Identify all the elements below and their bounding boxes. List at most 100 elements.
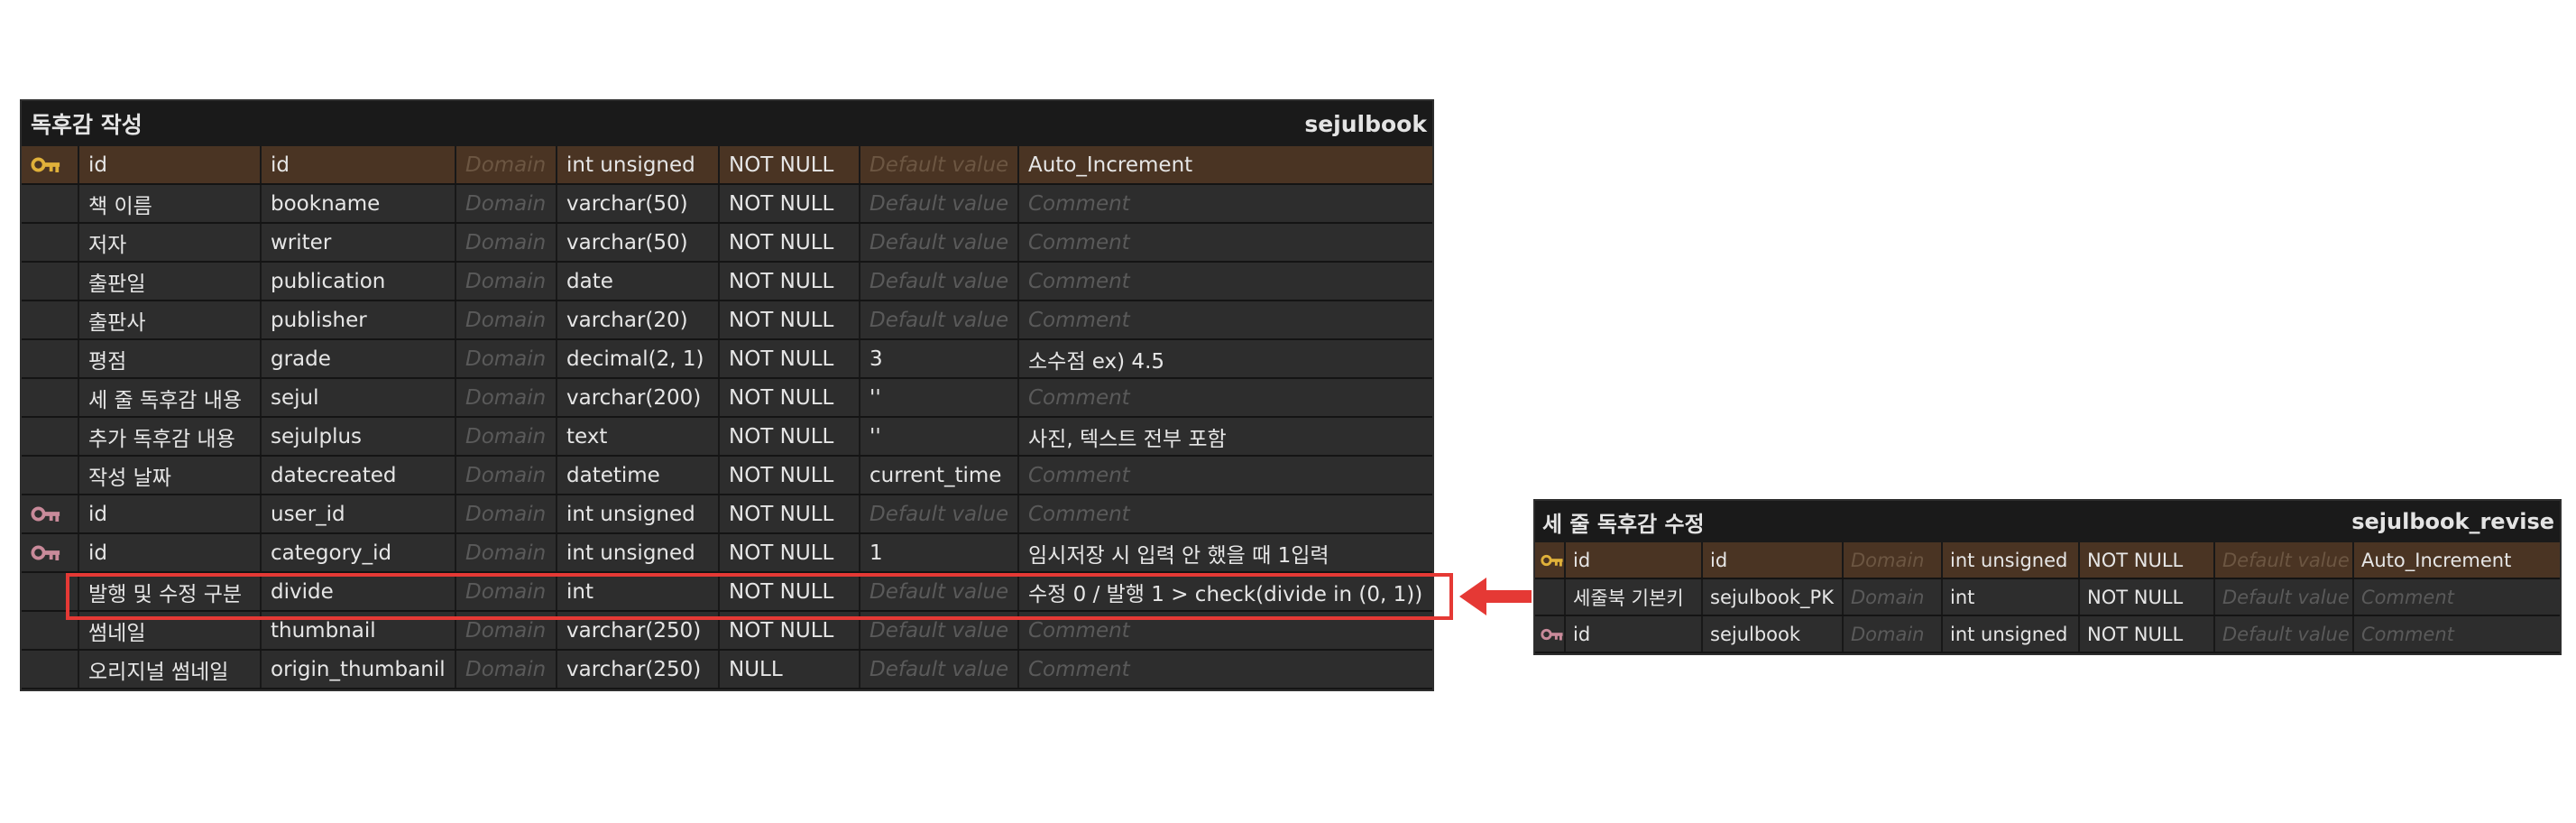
primary-key-icon xyxy=(31,157,60,172)
cell-null: NOT NULL xyxy=(720,301,860,338)
table-row[interactable]: 평점 grade Domain decimal(2, 1) NOT NULL 3 소수점 e… xyxy=(22,340,1432,379)
cell-logical: id xyxy=(1566,542,1703,578)
cell-domain: Domain xyxy=(456,457,557,494)
cell-default: Default value xyxy=(860,263,1019,300)
key-cell xyxy=(22,495,79,532)
cell-physical: writer xyxy=(262,224,456,261)
cell-physical: sejulplus xyxy=(262,418,456,455)
cell-domain: Domain xyxy=(456,495,557,532)
table-row[interactable]: 세 줄 독후감 내용 sejul Domain varchar(200) NOT NUL… xyxy=(22,379,1432,418)
cell-default: Default value xyxy=(860,146,1019,183)
cell-default: '' xyxy=(860,379,1019,416)
key-cell xyxy=(22,224,79,261)
cell-null: NOT NULL xyxy=(2080,542,2215,578)
cell-comment: Comment xyxy=(1028,308,1130,332)
cell-logical: 저자 xyxy=(79,224,262,261)
cell-physical: bookname xyxy=(262,185,456,222)
cell-default: Default value xyxy=(860,495,1019,532)
cell-logical: 출판일 xyxy=(79,263,262,300)
cell-type: int unsigned xyxy=(557,495,720,532)
table-row[interactable]: 저자 writer Domain varchar(50) NOT NULL Default… xyxy=(22,224,1432,263)
table-row[interactable]: 추가 독후감 내용 sejulplus Domain text NOT NULL '' 사진… xyxy=(22,418,1432,457)
table-physical-name: sejulbook xyxy=(1304,110,1427,137)
foreign-key-icon xyxy=(31,545,60,560)
table-header[interactable]: 독후감 작성 sejulbook xyxy=(22,101,1432,146)
table-physical-name: sejulbook_revise xyxy=(2351,509,2554,534)
key-cell xyxy=(22,534,79,571)
cell-null: NOT NULL xyxy=(720,224,860,261)
foreign-key-icon xyxy=(1541,628,1563,640)
cell-null: NOT NULL xyxy=(720,340,860,377)
cell-null: NOT NULL xyxy=(720,495,860,532)
cell-type: int unsigned xyxy=(1943,616,2080,652)
cell-default: '' xyxy=(860,418,1019,455)
cell-domain: Domain xyxy=(456,301,557,338)
cell-domain: Domain xyxy=(456,224,557,261)
cell-comment: Comment xyxy=(2361,623,2454,645)
key-cell xyxy=(22,379,79,416)
table-logical-name: 세 줄 독후감 수정 xyxy=(1542,511,1705,537)
table-sejulbook-revise[interactable]: 세 줄 독후감 수정 sejulbook_revise id id Domain in… xyxy=(1533,499,2562,655)
cell-default: Default value xyxy=(2215,542,2354,578)
cell-physical: sejulbook xyxy=(1703,616,1844,652)
table-row[interactable]: 작성 날짜 datecreated Domain datetime NOT NULL cu… xyxy=(22,457,1432,495)
cell-comment: Comment xyxy=(1028,230,1130,254)
cell-type: text xyxy=(557,418,720,455)
cell-domain: Domain xyxy=(456,340,557,377)
cell-default: Default value xyxy=(860,301,1019,338)
table-row[interactable]: 오리지널 썸네일 origin_thumbanil Domain varchar(25… xyxy=(22,651,1432,689)
cell-null: NOT NULL xyxy=(720,534,860,571)
cell-logical: 세줄북 기본키 xyxy=(1566,579,1703,615)
cell-logical: id xyxy=(79,495,262,532)
cell-null: NOT NULL xyxy=(720,457,860,494)
cell-domain: Domain xyxy=(456,379,557,416)
table-row[interactable]: id id Domain int unsigned NOT NULL Default va… xyxy=(1535,542,2560,579)
table-header[interactable]: 세 줄 독후감 수정 sejulbook_revise xyxy=(1535,501,2560,542)
cell-default: Default value xyxy=(2215,616,2354,652)
cell-default: Default value xyxy=(860,651,1019,688)
cell-null: NULL xyxy=(720,651,860,688)
cell-domain: Domain xyxy=(1844,542,1943,578)
cell-comment: Auto_Increment xyxy=(2361,549,2512,571)
table-row[interactable]: id category_id Domain int unsigned NOT NULL 1… xyxy=(22,534,1432,573)
cell-domain: Domain xyxy=(1844,579,1943,615)
table-row[interactable]: 출판사 publisher Domain varchar(20) NOT NULL Def… xyxy=(22,301,1432,340)
table-row[interactable]: 출판일 publication Domain date NOT NULL Default … xyxy=(22,263,1432,301)
cell-physical: publication xyxy=(262,263,456,300)
cell-type: int unsigned xyxy=(557,534,720,571)
cell-type: decimal(2, 1) xyxy=(557,340,720,377)
cell-physical: user_id xyxy=(262,495,456,532)
cell-physical: sejulbook_PK xyxy=(1703,579,1844,615)
cell-null: NOT NULL xyxy=(720,146,860,183)
key-cell xyxy=(1535,579,1566,615)
cell-comment: Auto_Increment xyxy=(1028,153,1193,177)
table-row[interactable]: id user_id Domain int unsigned NOT NULL Defau… xyxy=(22,495,1432,534)
key-cell xyxy=(22,263,79,300)
cell-type: int xyxy=(1943,579,2080,615)
cell-domain: Domain xyxy=(456,263,557,300)
cell-physical: id xyxy=(1703,542,1844,578)
cell-logical: 오리지널 썸네일 xyxy=(79,651,262,688)
table-row[interactable]: id sejulbook Domain int unsigned NOT NULL Def… xyxy=(1535,616,2560,653)
table-row[interactable]: 책 이름 bookname Domain varchar(50) NOT NULL Def… xyxy=(22,185,1432,224)
table-row[interactable]: id id Domain int unsigned NOT NULL Default va… xyxy=(22,146,1432,185)
cell-type: varchar(50) xyxy=(557,224,720,261)
column-list: id id Domain int unsigned NOT NULL Default va… xyxy=(1535,542,2560,653)
primary-key-icon xyxy=(1541,554,1563,566)
arrow-left-icon xyxy=(1459,578,1532,615)
cell-null: NOT NULL xyxy=(720,418,860,455)
cell-logical: 세 줄 독후감 내용 xyxy=(79,379,262,416)
cell-type: datetime xyxy=(557,457,720,494)
table-logical-name: 독후감 작성 xyxy=(31,112,143,138)
table-row[interactable]: 세줄북 기본키 sejulbook_PK Domain int NOT NULL Defa… xyxy=(1535,579,2560,616)
cell-comment: 소수점 ex) 4.5 xyxy=(1028,349,1165,374)
cell-type: varchar(250) xyxy=(557,651,720,688)
key-cell xyxy=(22,185,79,222)
cell-logical: 책 이름 xyxy=(79,185,262,222)
cell-comment: Comment xyxy=(1028,191,1130,216)
cell-domain: Domain xyxy=(456,146,557,183)
cell-domain: Domain xyxy=(1844,616,1943,652)
cell-logical: 작성 날짜 xyxy=(79,457,262,494)
cell-domain: Domain xyxy=(456,185,557,222)
key-cell xyxy=(22,457,79,494)
